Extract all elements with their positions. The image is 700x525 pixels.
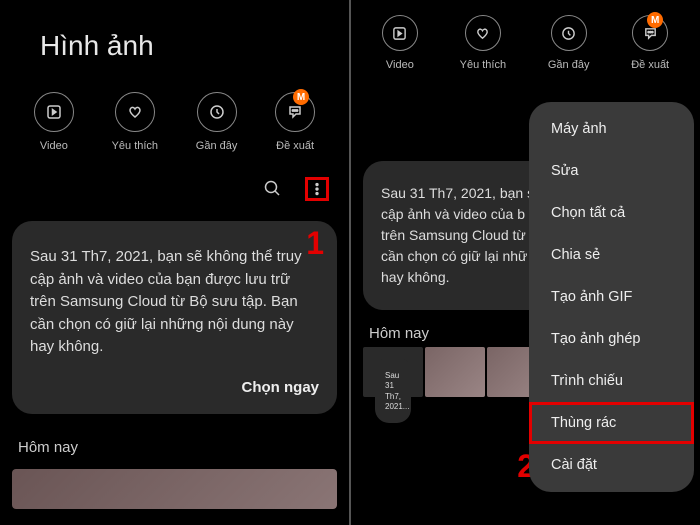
tab-row: Video Yêu thích Gần đây M Đề xuất [351,0,700,91]
clock-icon [551,15,587,51]
menu-create-collage[interactable]: Tạo ảnh ghép [529,318,694,360]
annotation-step-1: 1 [306,225,324,262]
photo-thumbnail[interactable]: Sau 31 Th7, 2021... [363,347,423,397]
tab-favorites[interactable]: Yêu thích [460,15,506,71]
search-icon[interactable] [261,177,285,201]
menu-trash[interactable]: Thùng rác [529,402,694,444]
action-bar [0,177,349,211]
notice-text: Sau 31 Th7, 2021, bạn s cập ảnh và video… [381,183,543,288]
page-title: Hình ảnh [0,0,349,82]
more-icon[interactable] [305,177,329,201]
menu-create-gif[interactable]: Tạo ảnh GIF [529,276,694,318]
notice-card: Sau 31 Th7, 2021, bạn sẽ không thể truy … [12,221,337,414]
photo-thumbnail[interactable] [425,347,485,397]
tab-row: Video Yêu thích Gần đây M Đề xuất [0,82,349,177]
tab-video[interactable]: Video [382,15,418,71]
play-icon [34,92,74,132]
menu-camera[interactable]: Máy ảnh [529,108,694,150]
panel-left: Hình ảnh Video Yêu thích Gần đây M Đề xu… [0,0,349,525]
section-today: Hôm nay [0,424,349,461]
menu-select-all[interactable]: Chọn tất cả [529,192,694,234]
tab-recent[interactable]: Gần đây [548,15,590,71]
play-icon [382,15,418,51]
tab-recent[interactable]: Gần đây [196,92,238,152]
tab-suggestions[interactable]: M Đề xuất [275,92,315,152]
tab-label: Đề xuất [276,140,314,152]
clock-icon [197,92,237,132]
menu-slideshow[interactable]: Trình chiếu [529,360,694,402]
tab-label: Đề xuất [631,59,669,71]
tab-label: Yêu thích [112,140,158,152]
tab-favorites[interactable]: Yêu thích [112,92,158,152]
tab-label: Gần đây [548,59,590,71]
notice-action-button[interactable]: Chọn ngay [30,379,319,396]
tab-suggestions[interactable]: M Đề xuất [631,15,669,71]
notice-card: Sau 31 Th7, 2021, bạn s cập ảnh và video… [363,161,543,310]
tab-label: Video [386,59,414,71]
menu-share[interactable]: Chia sẻ [529,234,694,276]
menu-settings[interactable]: Cài đặt [529,444,694,486]
overflow-menu: Máy ảnh Sửa Chọn tất cả Chia sẻ Tạo ảnh … [529,102,694,492]
menu-edit[interactable]: Sửa [529,150,694,192]
badge-icon: M [293,89,309,105]
badge-icon: M [647,12,663,28]
tab-label: Video [40,140,68,152]
panel-right: Video Yêu thích Gần đây M Đề xuất Sau 31… [351,0,700,525]
notice-text: Sau 31 Th7, 2021, bạn sẽ không thể truy … [30,246,319,359]
heart-icon [115,92,155,132]
photo-thumbnail[interactable] [12,469,337,509]
heart-icon [465,15,501,51]
tab-label: Gần đây [196,140,238,152]
tab-video[interactable]: Video [34,92,74,152]
tab-label: Yêu thích [460,59,506,71]
